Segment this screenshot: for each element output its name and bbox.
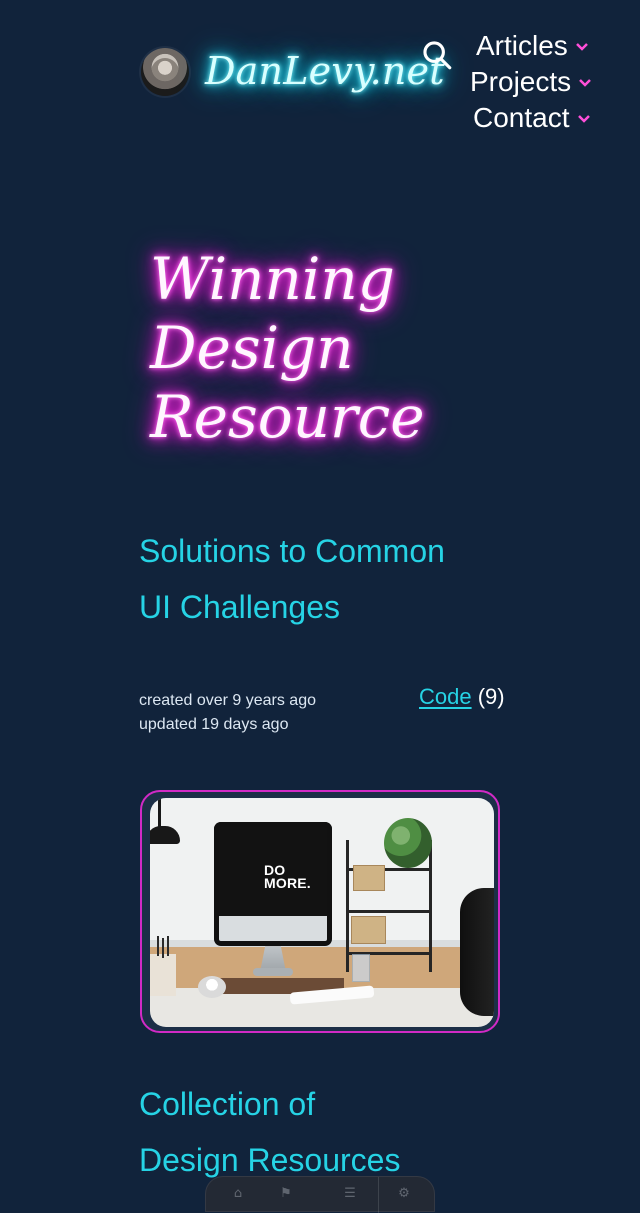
updated-date: updated 19 days ago: [139, 716, 289, 733]
desk-lamp: [150, 798, 180, 844]
nav-articles[interactable]: Articles: [476, 28, 600, 64]
avatar[interactable]: [141, 48, 189, 96]
code-tag-link[interactable]: Code: [419, 684, 472, 709]
imac-screen-text: DO MORE.: [264, 863, 311, 891]
article-title-line-1: Solutions to Common: [139, 533, 445, 569]
storage-box: [353, 865, 385, 891]
nav-contact-label: Contact: [473, 102, 570, 133]
search-icon: [423, 41, 452, 70]
desk-bottle: [198, 976, 226, 998]
toolbar-divider: [378, 1177, 379, 1213]
nav-contact[interactable]: Contact: [473, 100, 600, 136]
nav-projects[interactable]: Projects: [470, 64, 600, 100]
nav-projects-label: Projects: [470, 66, 572, 97]
hero-line-1: Winning: [150, 245, 395, 313]
main-nav: Articles Projects Contact: [470, 28, 600, 136]
article-image-card[interactable]: DO MORE.: [140, 790, 500, 1033]
chevron-down-icon: [573, 37, 591, 55]
desk-photo: DO MORE.: [150, 798, 494, 1027]
chevron-down-icon: [575, 109, 593, 127]
storage-box: [351, 916, 386, 944]
search-button[interactable]: [420, 38, 454, 72]
article-title-ui-challenges[interactable]: Solutions to Common UI Challenges: [139, 523, 499, 635]
site-brand[interactable]: DanLevy.net: [205, 52, 445, 90]
chair: [460, 888, 494, 1016]
article-title-line-1: Collection of: [139, 1086, 316, 1122]
article-meta: created over 9 years ago updated 19 days…: [139, 689, 316, 737]
hero-line-3: Resource: [150, 383, 425, 451]
chevron-down-icon: [576, 73, 594, 91]
code-tag: Code (9): [419, 684, 505, 710]
article-title-line-2: UI Challenges: [139, 589, 340, 625]
hero-line-2: Design: [150, 314, 354, 382]
nav-articles-label: Articles: [476, 30, 568, 61]
code-tag-count: (9): [477, 684, 505, 709]
imac-screen-line-2: MORE.: [264, 875, 311, 891]
pen-cup: [150, 936, 176, 996]
created-date: created over 9 years ago: [139, 692, 316, 709]
article-title-design-resources[interactable]: Collection of Design Resources: [139, 1076, 499, 1188]
hero-title: Winning Design Resource: [150, 245, 425, 452]
bottom-toolbar: ⌂ ⚑ ☰ ⚙: [205, 1176, 435, 1213]
glass-speaker: [352, 954, 370, 982]
site-header: DanLevy.net Articles Projects Contact: [0, 0, 640, 170]
imac-base: [253, 968, 293, 976]
plant: [384, 818, 432, 868]
